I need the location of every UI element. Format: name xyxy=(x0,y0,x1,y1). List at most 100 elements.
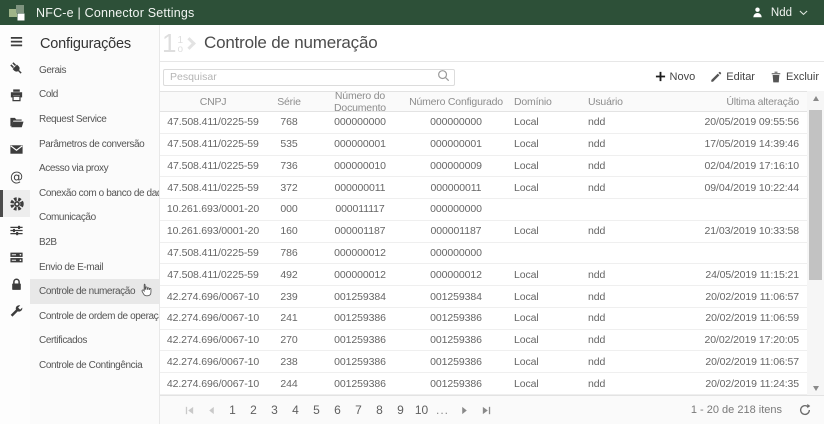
page-button-8[interactable]: 8 xyxy=(369,399,390,421)
page-ellipsis[interactable]: ... xyxy=(432,399,453,421)
column-header-numero-configurado[interactable]: Número Configurado xyxy=(408,96,504,108)
page-button-2[interactable]: 2 xyxy=(243,399,264,421)
sidebar-item-5[interactable]: Acesso via proxy xyxy=(30,156,159,181)
first-page-button[interactable] xyxy=(178,399,200,421)
search-icon[interactable] xyxy=(437,69,450,87)
cell-ultima-alteracao: 21/03/2019 10:33:58 xyxy=(704,225,800,238)
cell-cnpj: 47.508.411/0225-59 xyxy=(167,138,259,151)
last-page-button[interactable] xyxy=(475,399,497,421)
table-row[interactable]: 47.508.411/0225-59 768 000000000 000000000 L… xyxy=(160,112,807,134)
rail-item-folder[interactable] xyxy=(0,109,30,136)
cell-numero-configurado: 001259386 xyxy=(430,312,482,325)
cell-serie: 768 xyxy=(280,116,298,129)
rail-item-plug[interactable] xyxy=(0,55,30,82)
sidebar-item-3[interactable]: Request Service xyxy=(30,107,159,132)
table-row[interactable]: 42.274.696/0067-10 239 001259384 001259384 L… xyxy=(160,286,807,308)
scroll-up-icon[interactable] xyxy=(807,91,824,105)
page-button-7[interactable]: 7 xyxy=(348,399,369,421)
cell-numero-documento: 000011117 xyxy=(335,203,385,216)
sidebar-item-10[interactable]: Controle de numeração xyxy=(30,279,159,304)
cell-numero-configurado: 001259386 xyxy=(430,377,482,390)
sidebar-item-1[interactable]: Gerais xyxy=(30,58,159,83)
sidebar-item-label: Envio de E-mail xyxy=(39,261,104,273)
table-row[interactable]: 10.261.693/0001-20 160 000001187 000001187 L… xyxy=(160,221,807,243)
delete-button[interactable]: Excluir xyxy=(770,71,819,83)
sidebar-item-6[interactable]: Conexão com o banco de dados xyxy=(30,181,159,206)
cell-dominio: Local xyxy=(514,377,539,390)
column-header-dominio[interactable]: Domínio xyxy=(504,96,580,108)
column-header-numero-documento[interactable]: Número do Documento xyxy=(312,90,408,114)
sidebar-item-4[interactable]: Parâmetros de conversão xyxy=(30,132,159,157)
sidebar-item-11[interactable]: Controle de ordem de operação xyxy=(30,304,159,329)
page-button-5[interactable]: 5 xyxy=(306,399,327,421)
edit-button[interactable]: Editar xyxy=(710,71,755,83)
sidebar-items: Gerais Cold Request Service Parâmetros de c… xyxy=(30,58,159,378)
sidebar-item-7[interactable]: Comunicação xyxy=(30,206,159,231)
new-button[interactable]: Novo xyxy=(655,71,695,83)
scroll-down-icon[interactable] xyxy=(807,381,824,395)
rail-item-mail[interactable] xyxy=(0,136,30,163)
cell-numero-configurado: 001259386 xyxy=(430,334,482,347)
column-header-serie[interactable]: Série xyxy=(266,96,312,108)
page-button-9[interactable]: 9 xyxy=(390,399,411,421)
table-row[interactable]: 47.508.411/0225-59 492 000000012 000000012 L… xyxy=(160,264,807,287)
cell-ultima-alteracao: 20/05/2019 09:55:56 xyxy=(704,116,800,129)
table-row[interactable]: 47.508.411/0225-59 786 000000012 000000000 xyxy=(160,243,807,265)
sidebar-item-13[interactable]: Controle de Contingência xyxy=(30,353,159,378)
page-button-3[interactable]: 3 xyxy=(264,399,285,421)
page-button-6[interactable]: 6 xyxy=(327,399,348,421)
cell-serie: 244 xyxy=(280,377,298,390)
sidebar-item-9[interactable]: Envio de E-mail xyxy=(30,255,159,280)
cell-usuario: ndd xyxy=(588,334,606,347)
table-row[interactable]: 42.274.696/0067-10 238 001259386 001259386 L… xyxy=(160,351,807,374)
sidebar-item-2[interactable]: Cold xyxy=(30,83,159,108)
table-row[interactable]: 42.274.696/0067-10 270 001259386 001259386 L… xyxy=(160,330,807,352)
table-row[interactable]: 47.508.411/0225-59 372 000000011 000000011 L… xyxy=(160,177,807,200)
settings-sidebar: Configurações Gerais Cold Request Service P… xyxy=(30,25,160,424)
refresh-button[interactable] xyxy=(798,403,812,417)
sidebar-item-12[interactable]: Certificados xyxy=(30,329,159,354)
cell-numero-documento: 000000001 xyxy=(334,138,386,151)
cell-ultima-alteracao: 20/02/2019 11:24:35 xyxy=(705,377,799,390)
mail-icon xyxy=(9,142,24,157)
table-row[interactable]: 42.274.696/0067-10 241 001259386 001259386 L… xyxy=(160,308,807,330)
numbering-icon: 1 1o xyxy=(162,30,196,56)
rail-item-lock[interactable] xyxy=(0,271,30,298)
next-page-button[interactable] xyxy=(453,399,475,421)
rail-item-server[interactable] xyxy=(0,244,30,271)
scroll-thumb[interactable] xyxy=(809,110,822,280)
table-scrollbar[interactable] xyxy=(807,91,824,395)
rail-item-sliders[interactable] xyxy=(0,217,30,244)
cell-numero-configurado: 000000011 xyxy=(430,181,482,194)
rail-item-printer[interactable] xyxy=(0,82,30,109)
cell-dominio: Local xyxy=(514,159,539,172)
prev-page-button[interactable] xyxy=(200,399,222,421)
rail-item-gear[interactable] xyxy=(0,190,30,217)
rail-item-at[interactable]: @ xyxy=(0,163,30,190)
column-header-ultima-alteracao[interactable]: Última alteração xyxy=(684,96,807,108)
page-button-4[interactable]: 4 xyxy=(285,399,306,421)
cell-dominio: Local xyxy=(514,181,539,194)
table-row[interactable]: 47.508.411/0225-59 535 000000001 000000001 L… xyxy=(160,134,807,156)
column-header-cnpj[interactable]: CNPJ xyxy=(160,96,266,108)
rail-item-menu[interactable] xyxy=(0,28,30,55)
table-row[interactable]: 42.274.696/0067-10 244 001259386 001259386 L… xyxy=(160,373,807,395)
toolbar: Novo Editar Excluir xyxy=(160,62,824,91)
user-menu[interactable]: Ndd xyxy=(751,6,824,19)
cell-dominio: Local xyxy=(514,268,539,281)
page-button-1[interactable]: 1 xyxy=(222,399,243,421)
cell-serie: 786 xyxy=(280,246,298,259)
rail-item-wrench[interactable] xyxy=(0,298,30,325)
search-input[interactable] xyxy=(163,68,455,86)
delete-button-label: Excluir xyxy=(785,70,819,83)
table-row[interactable]: 47.508.411/0225-59 736 000000010 000000009 L… xyxy=(160,156,807,178)
cell-numero-documento: 001259386 xyxy=(334,377,386,390)
cell-numero-documento: 001259386 xyxy=(334,312,386,325)
page-button-10[interactable]: 10 xyxy=(411,399,432,421)
cell-ultima-alteracao: 20/02/2019 11:06:59 xyxy=(705,312,799,325)
cell-usuario: ndd xyxy=(588,290,606,303)
table-row[interactable]: 10.261.693/0001-20 000 000011117 000000000 xyxy=(160,199,807,221)
icon-rail: @ xyxy=(0,25,30,424)
sidebar-item-8[interactable]: B2B xyxy=(30,230,159,255)
column-header-usuario[interactable]: Usuário xyxy=(580,96,684,108)
